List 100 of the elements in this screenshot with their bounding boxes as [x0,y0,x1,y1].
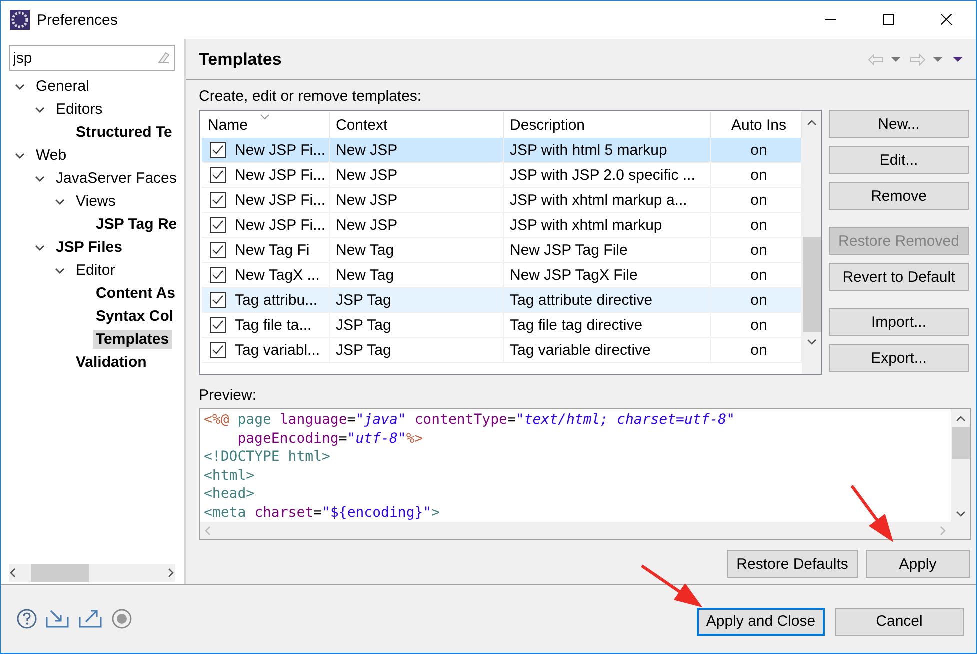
description-text: Create, edit or remove templates: [199,88,423,105]
page-button[interactable]: Restore Defaults [727,550,858,578]
table-cell: on [750,342,768,358]
side-button[interactable]: Revert to Default [829,263,969,291]
dropdown-icon[interactable] [890,56,902,64]
checkbox[interactable] [210,192,226,208]
checkbox[interactable] [210,242,226,258]
table-cell: Tag file ta... [235,316,312,334]
code-line: <html> [204,466,256,485]
table-row[interactable]: New JSP Fi... New JSP JSP with JSP 2.0 specific ... on [202,163,802,188]
table-cell: JSP Tag [336,316,392,334]
tree-item[interactable]: Views [73,192,119,211]
code-line: <!DOCTYPE html> [204,448,332,466]
side-button[interactable]: Edit... [829,146,969,174]
scrollbar-thumb[interactable] [31,564,89,582]
table-cell: New JSP [336,216,398,234]
code-line: pageEncoding="utf-8"%> [236,430,424,448]
table-cell: Tag variable directive [510,342,651,358]
checkbox[interactable] [210,342,226,358]
side-button[interactable]: Import... [829,308,969,336]
dialog-button[interactable]: Cancel [835,608,964,636]
table-row[interactable]: Tag file ta... JSP Tag Tag file tag directive on [202,313,802,338]
table-cell: New Tag [336,242,394,258]
checkbox[interactable] [210,217,226,233]
tree-item[interactable]: Editors [53,100,106,119]
import-icon[interactable] [46,609,70,629]
tree-item[interactable]: JSP Files [53,238,126,257]
tree-item[interactable]: Structured Te [73,123,176,142]
table-cell: on [750,316,768,334]
dropdown-icon[interactable] [932,56,944,64]
tree-item[interactable]: JavaServer Faces [53,169,180,188]
table-row[interactable]: New TagX ... New Tag New JSP TagX File on [202,263,802,288]
checkbox[interactable] [210,292,226,308]
table-cell: Tag attribu... [235,292,318,308]
code-line: <%@ page language="java" contentType="text/html; charset=utf-8" [204,411,736,430]
scrollbar-thumb[interactable] [952,427,970,459]
code-line: <meta charset="${encoding}"> [204,504,442,522]
checkbox[interactable] [210,167,226,183]
table-cell: on [750,216,768,234]
scroll-left-icon[interactable] [9,568,17,578]
table-row[interactable]: New JSP Fi... New JSP JSP with xhtml markup a... on [202,188,802,213]
table-cell: New JSP [336,142,398,158]
record-icon[interactable] [112,609,132,629]
tree-item[interactable]: Content As [93,284,178,303]
side-button[interactable]: Export... [829,344,969,372]
scroll-right-icon[interactable] [167,568,175,578]
table-cell: JSP Tag [336,342,392,358]
table-cell: New JSP [336,166,398,184]
table-cell: New TagX ... [235,266,320,284]
tree-item[interactable]: Validation [73,353,150,372]
close-icon[interactable] [941,14,953,26]
scroll-down-icon[interactable] [806,338,816,346]
table-cell: on [750,192,768,208]
table-cell: Tag variabl... [235,342,320,358]
checkbox[interactable] [210,267,226,283]
table-cell: on [750,292,768,308]
scroll-up-icon[interactable] [806,119,816,127]
table-row[interactable]: New JSP Fi... New JSP JSP with html 5 markup on [202,138,802,163]
table-row[interactable]: New Tag Fi New Tag New JSP Tag File on [202,238,802,263]
tree-item[interactable]: Templates [93,330,172,349]
filter-field[interactable]: jsp [9,45,175,71]
view-menu-icon[interactable] [952,56,964,64]
maximize-icon[interactable] [883,14,895,26]
table-cell: JSP with html 5 markup [510,142,668,158]
page-title: Templates [199,50,283,70]
table-cell: New JSP Fi... [235,166,326,184]
tree-item[interactable]: Editor [73,261,118,280]
page-button[interactable]: Apply [866,550,970,578]
scrollbar-thumb[interactable] [802,237,820,332]
code-line: <head> [204,485,256,504]
table-cell: on [750,266,768,284]
table-cell: JSP with xhtml markup [510,216,662,234]
tree-item[interactable]: Web [33,146,70,165]
export-icon[interactable] [79,609,103,629]
table-cell: New JSP Fi... [235,192,326,208]
side-button[interactable]: Remove [829,182,969,210]
help-icon[interactable] [17,609,37,629]
scroll-up-icon[interactable] [956,415,966,423]
table-cell: New JSP [336,192,398,208]
dialog-button[interactable]: Apply and Close [697,608,825,636]
scroll-down-icon[interactable] [956,510,966,518]
checkbox[interactable] [210,142,226,158]
table-cell: Tag file tag directive [510,316,643,334]
side-button[interactable]: New... [829,110,969,138]
table-cell: New JSP Tag File [510,242,628,258]
table-cell: New JSP Fi... [235,216,326,234]
annotation-arrow [639,563,703,609]
preview-label: Preview: [199,387,258,404]
table-cell: New JSP TagX File [510,266,638,284]
checkbox[interactable] [210,317,226,333]
table-row[interactable]: Tag variabl... JSP Tag Tag variable directive on [202,338,802,363]
table-cell: on [750,166,768,184]
tree-item[interactable]: Syntax Col [93,307,177,326]
tree-item[interactable]: General [33,77,92,96]
table-cell: Tag attribute directive [510,292,653,308]
tree-item[interactable]: JSP Tag Re [93,215,180,234]
table-row[interactable]: New JSP Fi... New JSP JSP with xhtml markup on [202,213,802,238]
table-cell: JSP with JSP 2.0 specific ... [510,166,696,184]
table-row[interactable]: Tag attribu... JSP Tag Tag attribute directive on [202,288,802,313]
table-cell: on [750,242,768,258]
